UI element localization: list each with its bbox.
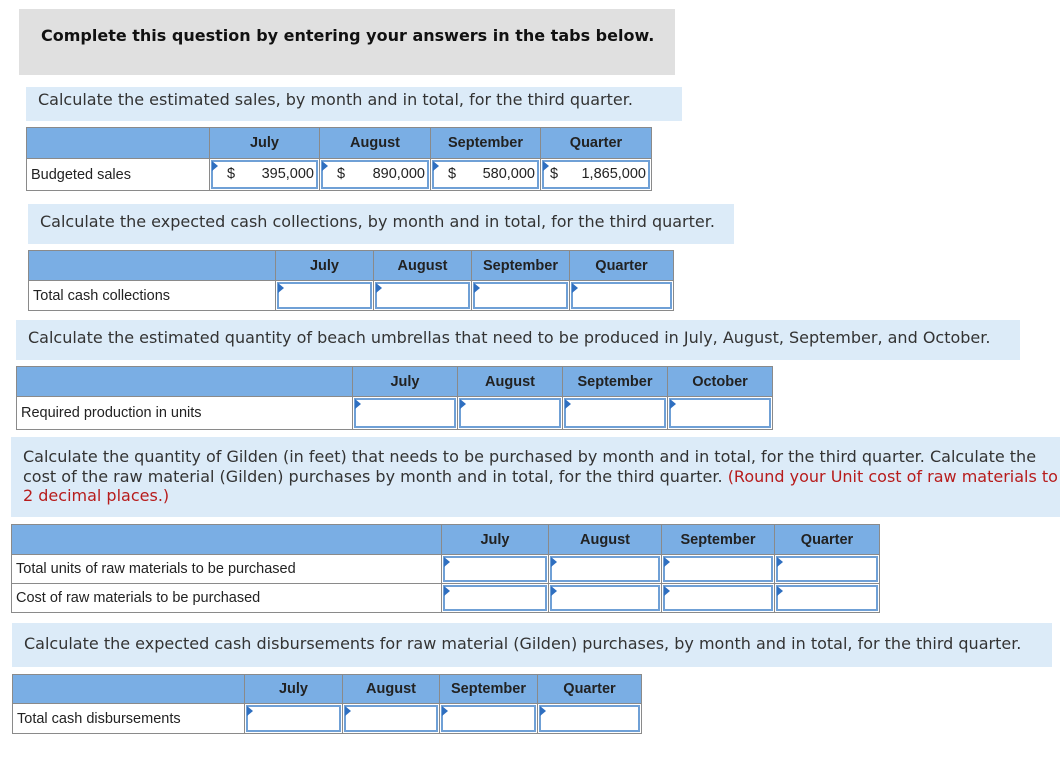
col-header: August [342, 674, 440, 704]
row-label: Cost of raw materials to be purchased [11, 583, 442, 613]
table-row: Total cash disbursements [12, 703, 642, 734]
col-header: August [457, 366, 563, 397]
header-blank [28, 250, 276, 281]
collections-prompt-text: Calculate the expected cash collections,… [40, 212, 715, 231]
table-row: Cost of raw materials to be purchased [11, 583, 880, 613]
production-prompt: Calculate the estimated quantity of beac… [16, 320, 1020, 360]
cost-purchased-quarter-input[interactable] [776, 585, 878, 611]
production-october-input[interactable] [669, 398, 771, 428]
production-prompt-text: Calculate the estimated quantity of beac… [28, 328, 991, 347]
purchases-prompt: Calculate the quantity of Gilden (in fee… [11, 437, 1060, 517]
units-purchased-july-input[interactable] [443, 556, 547, 582]
cost-purchased-september-input[interactable] [663, 585, 773, 611]
instructions-banner: Complete this question by entering your … [19, 9, 675, 75]
budgeted-sales-july-input[interactable]: $ 395,000 [211, 160, 318, 189]
col-header: July [244, 674, 343, 704]
collections-prompt: Calculate the expected cash collections,… [28, 204, 734, 244]
input-value: 1,865,000 [581, 166, 646, 182]
collections-table: July August September Quarter Total cash… [28, 250, 674, 311]
input-value: 395,000 [261, 166, 314, 182]
budgeted-sales-august-input[interactable]: $ 890,000 [321, 160, 429, 189]
units-purchased-september-input[interactable] [663, 556, 773, 582]
production-july-input[interactable] [354, 398, 456, 428]
row-label: Required production in units [16, 396, 353, 430]
col-header: July [209, 127, 320, 159]
input-value: 890,000 [372, 166, 425, 182]
disbursements-prompt-text: Calculate the expected cash disbursement… [24, 634, 1022, 653]
cost-purchased-july-input[interactable] [443, 585, 547, 611]
instructions-text: Complete this question by entering your … [41, 26, 655, 45]
disbursements-september-input[interactable] [441, 705, 536, 732]
sales-prompt-text: Calculate the estimated sales, by month … [38, 90, 633, 109]
col-header: September [562, 366, 668, 397]
col-header: October [667, 366, 773, 397]
col-header: August [548, 524, 662, 555]
disbursements-table: July August September Quarter Total cash… [12, 674, 642, 734]
table-row: Budgeted sales $ 395,000 $ 890,000 $ 580… [26, 158, 652, 191]
header-blank [11, 524, 442, 555]
col-header: Quarter [537, 674, 642, 704]
disbursements-august-input[interactable] [344, 705, 438, 732]
col-header: September [439, 674, 538, 704]
budgeted-sales-quarter-input[interactable]: $ 1,865,000 [542, 160, 650, 189]
disbursements-quarter-input[interactable] [539, 705, 640, 732]
currency-symbol: $ [337, 166, 346, 182]
row-label: Total units of raw materials to be purch… [11, 554, 442, 584]
units-purchased-august-input[interactable] [550, 556, 660, 582]
row-label: Budgeted sales [26, 158, 210, 191]
cash-collections-august-input[interactable] [375, 282, 470, 309]
cost-purchased-august-input[interactable] [550, 585, 660, 611]
table-row: Required production in units [16, 396, 773, 430]
table-row: Total cash collections [28, 280, 674, 311]
row-label: Total cash disbursements [12, 703, 245, 734]
purchases-table: July August September Quarter Total unit… [11, 524, 880, 613]
sales-table: July August September Quarter Budgeted s… [26, 127, 652, 191]
cash-collections-september-input[interactable] [473, 282, 568, 309]
currency-symbol: $ [227, 166, 236, 182]
currency-symbol: $ [448, 166, 457, 182]
col-header: September [471, 250, 570, 281]
col-header: Quarter [569, 250, 674, 281]
header-blank [16, 366, 353, 397]
production-august-input[interactable] [459, 398, 561, 428]
col-header: Quarter [540, 127, 652, 159]
header-blank [26, 127, 210, 159]
production-table: July August September October Required p… [16, 366, 773, 430]
input-value: 580,000 [482, 166, 535, 182]
currency-symbol: $ [550, 166, 559, 182]
col-header: July [352, 366, 458, 397]
header-blank [12, 674, 245, 704]
col-header: July [275, 250, 374, 281]
units-purchased-quarter-input[interactable] [776, 556, 878, 582]
budgeted-sales-september-input[interactable]: $ 580,000 [432, 160, 539, 189]
table-row: Total units of raw materials to be purch… [11, 554, 880, 584]
disbursements-july-input[interactable] [246, 705, 341, 732]
col-header: August [373, 250, 472, 281]
cash-collections-quarter-input[interactable] [571, 282, 672, 309]
col-header: September [430, 127, 541, 159]
col-header: September [661, 524, 775, 555]
col-header: August [319, 127, 431, 159]
row-label: Total cash collections [28, 280, 276, 311]
disbursements-prompt: Calculate the expected cash disbursement… [12, 623, 1052, 667]
col-header: July [441, 524, 549, 555]
sales-prompt: Calculate the estimated sales, by month … [26, 87, 682, 121]
cash-collections-july-input[interactable] [277, 282, 372, 309]
production-september-input[interactable] [564, 398, 666, 428]
col-header: Quarter [774, 524, 880, 555]
